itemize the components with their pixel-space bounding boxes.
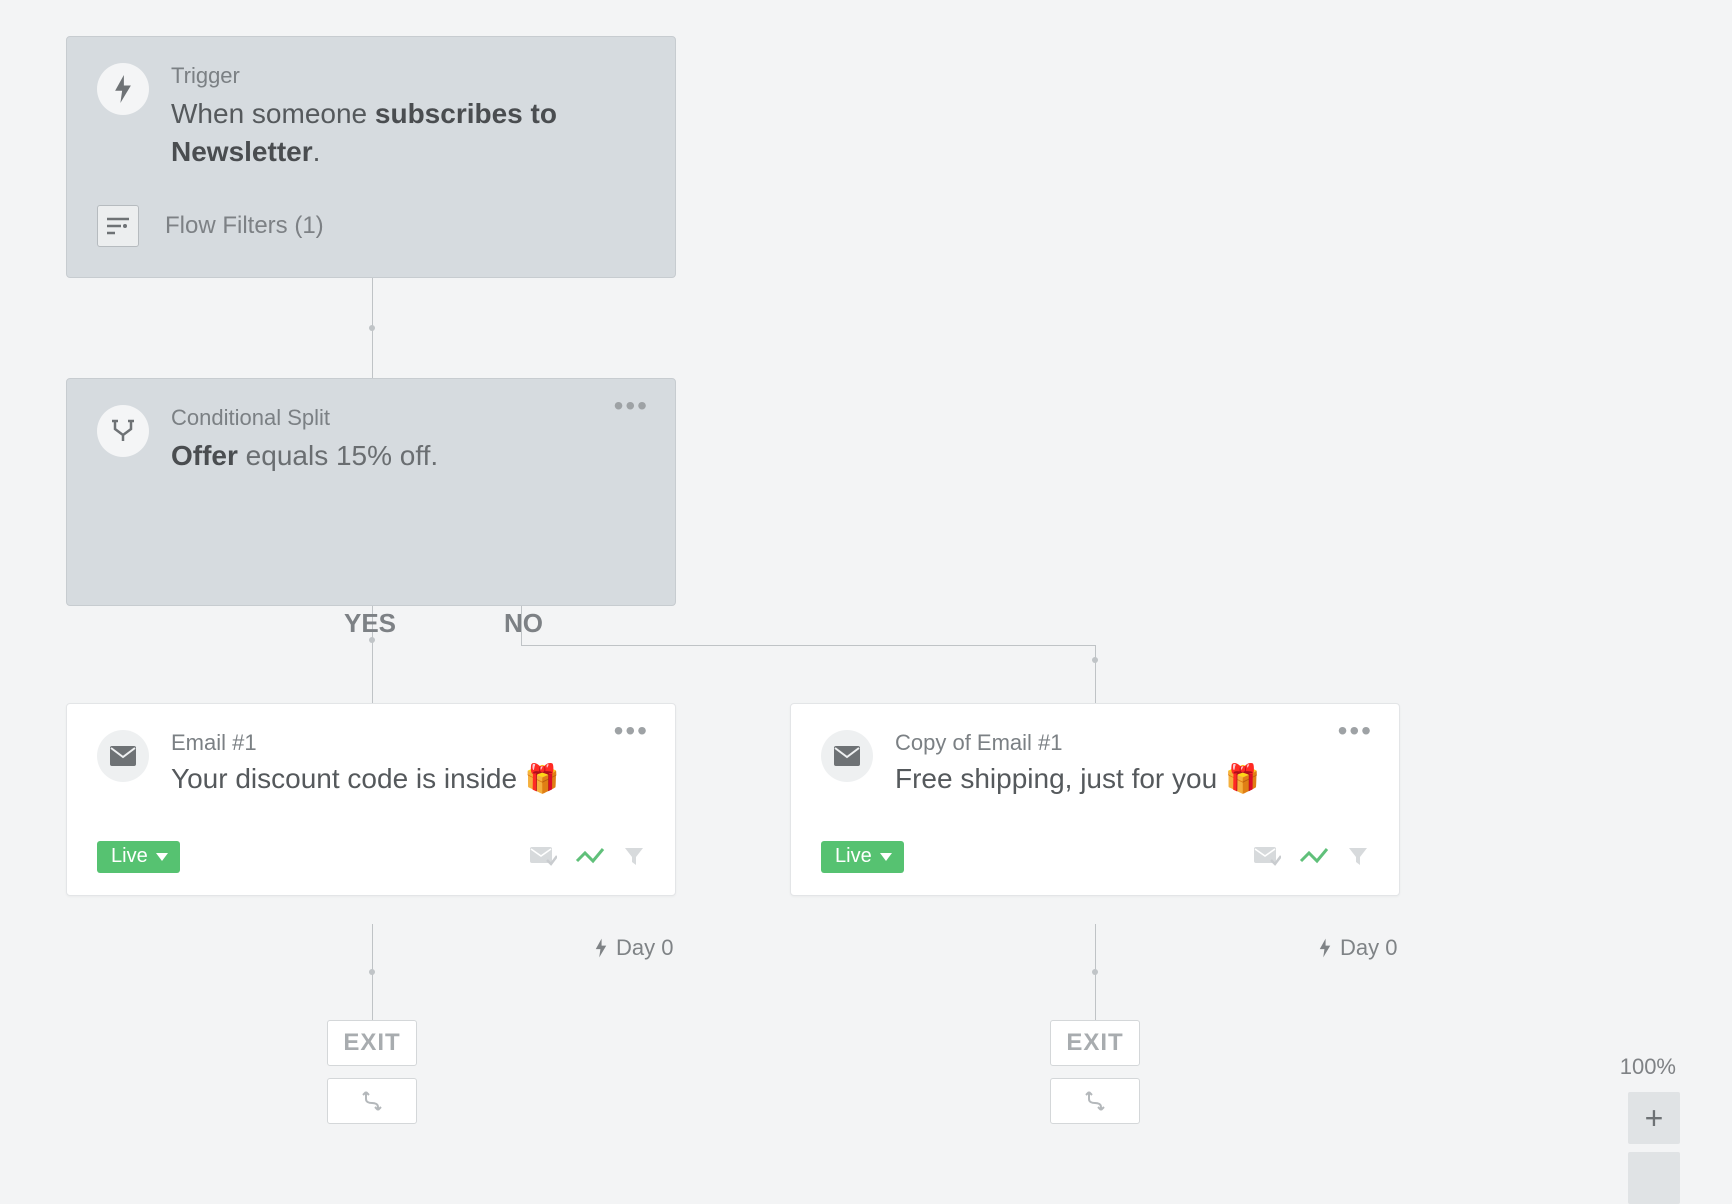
filter-icon [97,205,139,247]
metric-icons [1253,846,1369,868]
email-label: Email #1 [171,730,645,756]
zoom-in-button[interactable]: + [1628,1092,1680,1144]
email-icon [821,730,873,782]
timing-text: Day 0 [1340,935,1397,961]
filter-metric-icon[interactable] [623,846,645,868]
timing-label-yes: Day 0 [594,935,673,961]
exit-label: EXIT [1066,1029,1123,1057]
email-metric-icon[interactable] [1253,846,1281,868]
split-condition-text: equals 15% off. [238,440,438,471]
timing-text: Day 0 [616,935,673,961]
branch-yes-label: YES [344,608,396,639]
analytics-icon[interactable] [1299,847,1329,867]
status-text: Live [111,845,148,868]
connector [1095,645,1096,703]
connector-dot [369,969,375,975]
zoom-out-button[interactable] [1628,1152,1680,1204]
connector-dot [1092,969,1098,975]
branch-icon [360,1089,384,1113]
branch-button[interactable] [327,1078,417,1124]
trigger-label: Trigger [171,63,645,89]
split-field: Offer [171,440,238,471]
flow-filters-label: Flow Filters (1) [165,212,324,240]
branch-button[interactable] [1050,1078,1140,1124]
analytics-icon[interactable] [575,847,605,867]
bolt-icon [97,63,149,115]
trigger-description: When someone subscribes to Newsletter. [171,95,645,171]
more-menu-button[interactable]: ••• [614,401,649,411]
connector-dot [369,325,375,331]
status-text: Live [835,845,872,868]
more-menu-button[interactable]: ••• [614,726,649,736]
email-subject: Your discount code is inside 🎁 [171,762,645,795]
connector-dot [1092,657,1098,663]
split-label: Conditional Split [171,405,645,431]
gift-emoji: 🎁 [1225,763,1260,794]
zoom-level: 100% [1620,1054,1676,1080]
chevron-down-icon [880,853,892,861]
branch-no-label: NO [504,608,543,639]
split-condition: Offer equals 15% off. [171,437,645,475]
trigger-card[interactable]: Trigger When someone subscribes to Newsl… [66,36,676,278]
filter-metric-icon[interactable] [1347,846,1369,868]
exit-button[interactable]: EXIT [327,1020,417,1066]
email-card-yes[interactable]: ••• Email #1 Your discount code is insid… [66,703,676,896]
split-icon [97,405,149,457]
chevron-down-icon [156,853,168,861]
gift-emoji: 🎁 [525,763,560,794]
email-metric-icon[interactable] [529,846,557,868]
trigger-text-suffix: . [313,136,321,167]
status-badge[interactable]: Live [97,841,180,873]
metric-icons [529,846,645,868]
flow-canvas[interactable]: Trigger When someone subscribes to Newsl… [0,0,1732,1174]
email-icon [97,730,149,782]
connector [521,645,1095,646]
exit-button[interactable]: EXIT [1050,1020,1140,1066]
email-subject-text: Free shipping, just for you [895,763,1225,794]
email-card-no[interactable]: ••• Copy of Email #1 Free shipping, just… [790,703,1400,896]
email-label: Copy of Email #1 [895,730,1369,756]
conditional-split-card[interactable]: ••• Conditional Split Offer equals 15% o… [66,378,676,606]
branch-icon [1083,1089,1107,1113]
timing-label-no: Day 0 [1318,935,1397,961]
flow-filters-row[interactable]: Flow Filters (1) [97,205,645,247]
exit-label: EXIT [343,1029,400,1057]
more-menu-button[interactable]: ••• [1338,726,1373,736]
bolt-icon [594,938,608,958]
email-subject-text: Your discount code is inside [171,763,525,794]
status-badge[interactable]: Live [821,841,904,873]
plus-icon: + [1645,1100,1664,1137]
trigger-text-prefix: When someone [171,98,375,129]
email-subject: Free shipping, just for you 🎁 [895,762,1369,795]
bolt-icon [1318,938,1332,958]
